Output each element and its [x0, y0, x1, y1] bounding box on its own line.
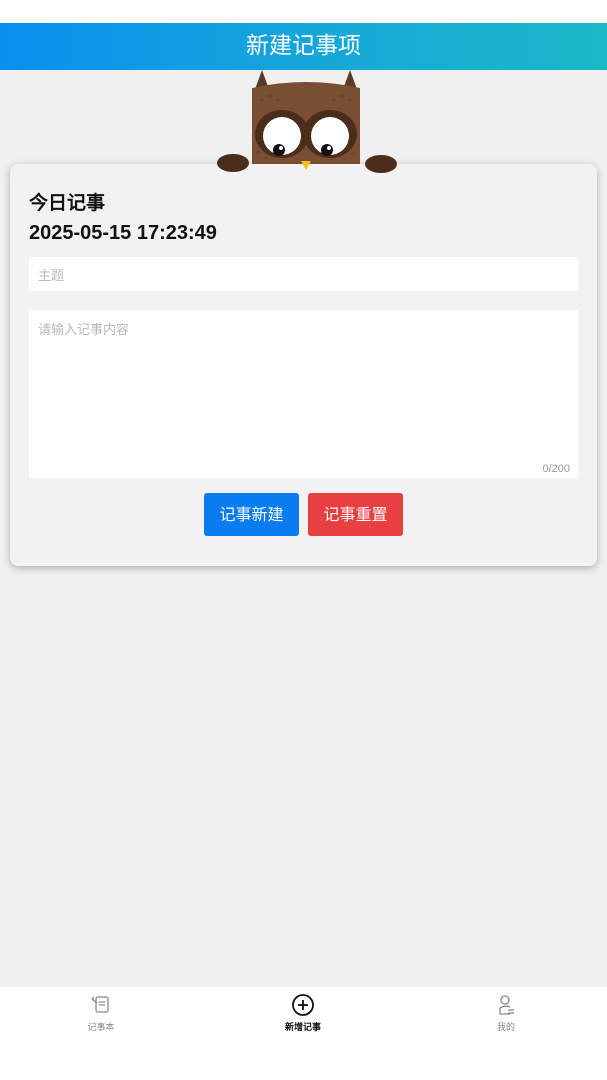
card-title: 今日记事 [29, 192, 106, 214]
char-counter: 0/200 [542, 463, 570, 475]
content-textarea[interactable]: 请输入记事内容 0/200 [29, 310, 578, 478]
note-card: 今日记事 2025-05-15 17:23:49 主题 请输入记事内容 0/20… [10, 164, 597, 566]
tab-mine[interactable]: 我的 [446, 987, 566, 1033]
content-placeholder: 请输入记事内容 [38, 323, 130, 338]
add-circle-icon [292, 994, 314, 1016]
tab-new-note[interactable]: 新增记事 [243, 987, 363, 1033]
create-note-button[interactable]: 记事新建 [204, 493, 299, 536]
subject-placeholder: 主题 [38, 269, 65, 284]
tab-notebook-label: 记事本 [87, 1023, 115, 1033]
tab-new-note-label: 新增记事 [284, 1023, 321, 1033]
tab-mine-label: 我的 [496, 1023, 515, 1033]
status-bar [0, 0, 607, 23]
reset-note-button[interactable]: 记事重置 [308, 493, 403, 536]
user-profile-icon [499, 995, 514, 1015]
bottom-tab-bar: 记事本 新增记事 我的 [0, 987, 607, 1080]
subject-input[interactable]: 主题 [29, 257, 578, 291]
current-datetime: 2025-05-15 17:23:49 [29, 222, 217, 244]
owl-mascot-illustration [217, 70, 397, 173]
notebook-icon [91, 996, 109, 1013]
tab-notebook[interactable]: 记事本 [41, 987, 161, 1033]
page-title: 新建记事项 [0, 23, 607, 70]
